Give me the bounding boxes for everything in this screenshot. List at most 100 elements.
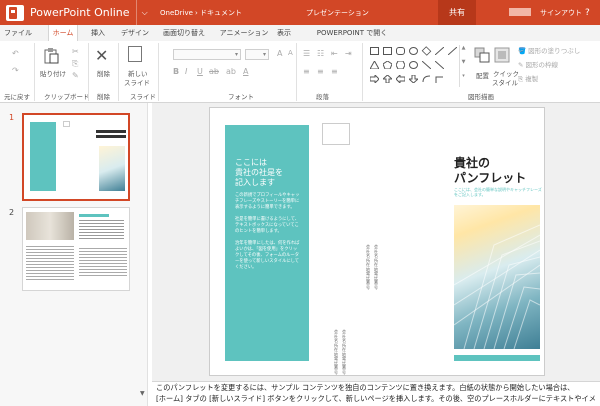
tab-home[interactable]: ホーム: [48, 25, 78, 41]
duplicate-button[interactable]: ⎘ 複製: [518, 73, 538, 84]
double-arrow-shape-icon[interactable]: [434, 60, 445, 70]
tab-open-in-powerpoint[interactable]: POWERPOINT で開く: [309, 25, 395, 41]
cover-accent-bar: [454, 355, 540, 361]
speaker-notes[interactable]: このパンフレットを変更するには、サンプル コンテンツを独自のコンテンツに置き換え…: [152, 381, 600, 406]
tab-insert[interactable]: 挿入: [86, 25, 110, 41]
align-left-icon[interactable]: ≡: [303, 67, 310, 76]
slide-1-thumbnail[interactable]: [22, 113, 130, 201]
group-divider: [158, 43, 159, 101]
highlight-icon[interactable]: ab: [226, 67, 236, 76]
mission-body[interactable]: この新規でプロフィールやキャッチフレーズやストーリーを簡単に表示するように簡単で…: [235, 193, 301, 271]
copy-icon[interactable]: ⎘: [72, 59, 78, 69]
tab-animations[interactable]: アニメーション: [218, 25, 270, 41]
new-slide-icon[interactable]: [128, 46, 142, 62]
scroll-down-icon[interactable]: ▼: [460, 59, 467, 65]
arrange-label[interactable]: 配置: [476, 70, 489, 80]
new-slide-label-2[interactable]: スライド: [124, 77, 150, 87]
hexagon-shape-icon[interactable]: [395, 60, 406, 70]
group-divider: [362, 43, 363, 101]
strikethrough-icon[interactable]: ab: [209, 67, 219, 76]
down-arrow-shape-icon[interactable]: [407, 74, 420, 84]
tab-transitions[interactable]: 画面切り替え: [160, 25, 208, 41]
rounded-rectangle-shape-icon[interactable]: [396, 47, 405, 55]
delete-button-label[interactable]: 削除: [97, 68, 110, 78]
contact-vertical-text[interactable]: 会社名所在地電話番号: [366, 244, 372, 290]
tab-view[interactable]: 表示: [273, 25, 295, 41]
app-name[interactable]: PowerPoint Online: [30, 6, 130, 19]
grow-font-icon[interactable]: A: [277, 49, 282, 58]
shape-outline-button[interactable]: ✎ 図形の枠線: [518, 59, 558, 69]
shape-fill-button[interactable]: 🪣 図形の塗りつぶし: [518, 45, 580, 55]
pane-scroll-down-icon[interactable]: ▼: [140, 390, 145, 397]
line-shape-icon[interactable]: [434, 46, 445, 56]
notes-line-2[interactable]: [ホーム] タブの [新しいスライド] ボタンをクリックして、新しいページを挿入…: [156, 394, 596, 404]
logo-placeholder[interactable]: [322, 123, 350, 145]
diagonal-line-shape-icon[interactable]: [421, 60, 432, 70]
diamond-shape-icon[interactable]: [421, 46, 432, 56]
undo-group-label: 元に戻す: [4, 93, 30, 101]
font-name-dropdown[interactable]: ▾: [173, 49, 241, 60]
redo-icon[interactable]: ↷: [12, 66, 19, 75]
bold-icon[interactable]: B: [173, 67, 179, 76]
italic-icon[interactable]: I: [185, 67, 187, 76]
slide-2-thumbnail[interactable]: [22, 207, 130, 291]
curved-arrow-shape-icon[interactable]: [422, 75, 431, 83]
contact-vertical-text[interactable]: 会社名所在地電話番号: [374, 244, 380, 290]
tab-file[interactable]: ファイル: [4, 25, 32, 41]
notes-line-1[interactable]: このパンフレットを変更するには、サンプル コンテンツを独自のコンテンツに置き換え…: [156, 383, 574, 393]
arrow-shape-icon[interactable]: [447, 46, 458, 56]
underline-icon[interactable]: U: [197, 67, 203, 76]
tab-design[interactable]: デザイン: [117, 25, 153, 41]
decrease-indent-icon[interactable]: ⇤: [331, 49, 338, 58]
pentagon-shape-icon[interactable]: [382, 60, 393, 70]
shrink-font-icon[interactable]: A: [288, 49, 293, 57]
font-color-icon[interactable]: A: [243, 67, 248, 76]
rectangle-shape-icon[interactable]: [383, 47, 392, 55]
paste-icon[interactable]: [42, 47, 60, 65]
align-center-icon[interactable]: ≡: [317, 67, 324, 76]
increase-indent-icon[interactable]: ⇥: [345, 49, 352, 58]
thumb-text: [79, 248, 127, 278]
current-slide[interactable]: ここには 貴社の社是を 記入します この新規でプロフィールやキャッチフレーズやス…: [209, 107, 545, 376]
oval-shape-icon[interactable]: [409, 47, 418, 55]
gallery-expand-icon[interactable]: ▾: [460, 73, 467, 79]
brochure-title[interactable]: 貴社の パンフレット: [454, 156, 526, 186]
mission-panel[interactable]: ここには 貴社の社是を 記入します この新規でプロフィールやキャッチフレーズやス…: [225, 125, 309, 361]
undo-icon[interactable]: ↶: [12, 49, 19, 58]
format-painter-icon[interactable]: ✎: [72, 71, 79, 80]
app-launcher-chevron-icon[interactable]: ⌵: [142, 8, 148, 18]
bent-arrow-shape-icon[interactable]: [435, 75, 444, 83]
arrange-icon[interactable]: [474, 47, 490, 63]
cover-photo[interactable]: [454, 205, 540, 349]
help-icon[interactable]: ?: [585, 8, 590, 18]
circle-shape-icon[interactable]: [409, 61, 418, 69]
breadcrumb-documents[interactable]: › ドキュメント: [195, 8, 242, 18]
breadcrumb-onedrive[interactable]: OneDrive: [160, 9, 193, 17]
paste-button-label[interactable]: 貼り付け: [40, 68, 66, 78]
triangle-shape-icon[interactable]: [369, 59, 380, 70]
left-arrow-shape-icon[interactable]: [395, 73, 406, 85]
contact-vertical-text[interactable]: 会社名所在地電話番号: [342, 329, 348, 375]
shapes-gallery-scroll[interactable]: ▲ ▼ ▾: [459, 45, 467, 87]
font-size-dropdown[interactable]: ▾: [245, 49, 269, 60]
thumb-people-photo: [26, 212, 74, 240]
slide-editing-canvas[interactable]: ここには 貴社の社是を 記入します この新規でプロフィールやキャッチフレーズやス…: [152, 103, 600, 381]
scroll-up-icon[interactable]: ▲: [460, 45, 467, 51]
document-title[interactable]: プレゼンテーション: [306, 8, 369, 18]
cut-icon[interactable]: ✂: [72, 47, 79, 56]
text-box-shape-icon[interactable]: [370, 47, 379, 55]
quick-styles-label-2[interactable]: スタイル: [492, 77, 518, 87]
share-button[interactable]: 共有: [438, 0, 476, 25]
up-arrow-shape-icon[interactable]: [381, 74, 394, 84]
delete-icon[interactable]: ✕: [95, 46, 108, 65]
quick-styles-icon[interactable]: [494, 47, 510, 63]
contact-vertical-text[interactable]: 会社名所在地電話番号: [334, 329, 340, 375]
mission-title[interactable]: ここには 貴社の社是を 記入します: [235, 158, 283, 188]
bullets-icon[interactable]: ☰: [303, 49, 310, 58]
breadcrumb-separator: ›: [195, 8, 198, 17]
brochure-subtitle[interactable]: ここには、会社の簡単な説明やキャッチフレーズをご記入します。: [454, 187, 544, 197]
numbering-icon[interactable]: ☷: [317, 49, 324, 58]
right-arrow-shape-icon[interactable]: [369, 73, 380, 85]
sign-out-link[interactable]: サインアウト: [540, 8, 582, 18]
align-right-icon[interactable]: ≡: [331, 67, 338, 76]
